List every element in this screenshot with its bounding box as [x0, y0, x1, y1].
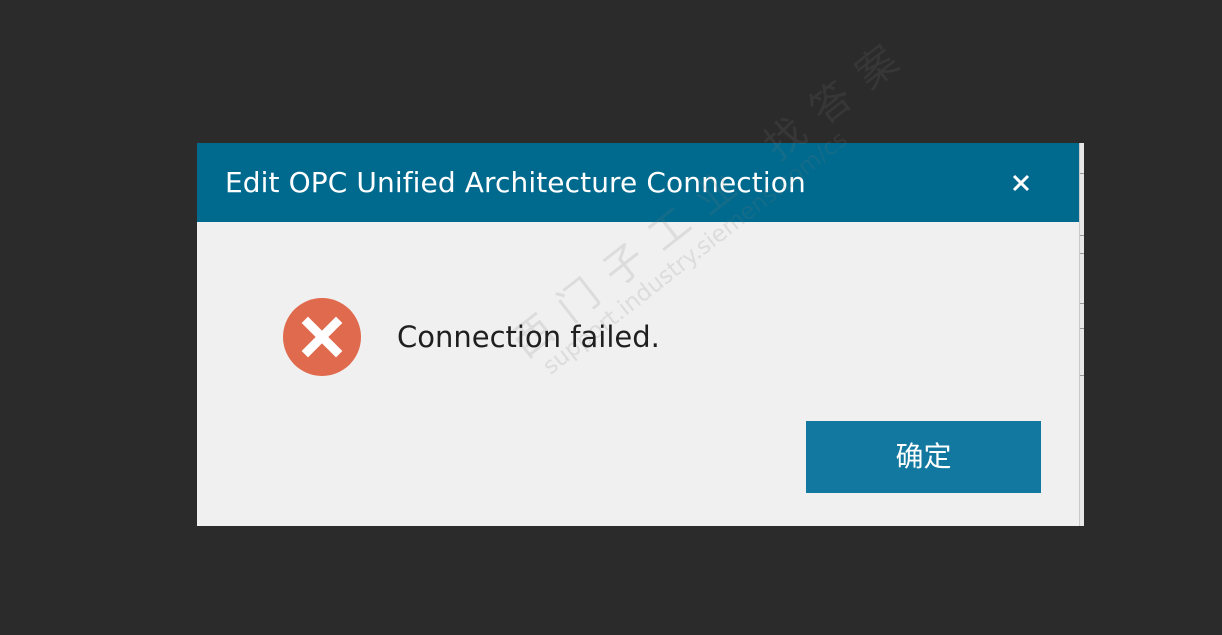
dialog-titlebar[interactable]: Edit OPC Unified Architecture Connection	[197, 143, 1079, 222]
close-icon	[1012, 174, 1030, 192]
ok-button[interactable]: 确定	[806, 421, 1041, 493]
background-divider	[1080, 173, 1084, 174]
background-window-edge	[1079, 143, 1084, 526]
error-dialog: Edit OPC Unified Architecture Connection…	[197, 26, 1079, 526]
background-divider	[1080, 235, 1084, 236]
background-divider	[1080, 328, 1084, 329]
dialog-title: Edit OPC Unified Architecture Connection	[225, 166, 806, 199]
close-button[interactable]	[1005, 165, 1039, 199]
background-divider	[1080, 303, 1084, 304]
background-divider	[1080, 253, 1084, 254]
error-icon	[283, 298, 361, 376]
background-divider	[1080, 375, 1084, 376]
screen: Edit OPC Unified Architecture Connection…	[0, 0, 1222, 635]
error-message: Connection failed.	[397, 320, 660, 354]
